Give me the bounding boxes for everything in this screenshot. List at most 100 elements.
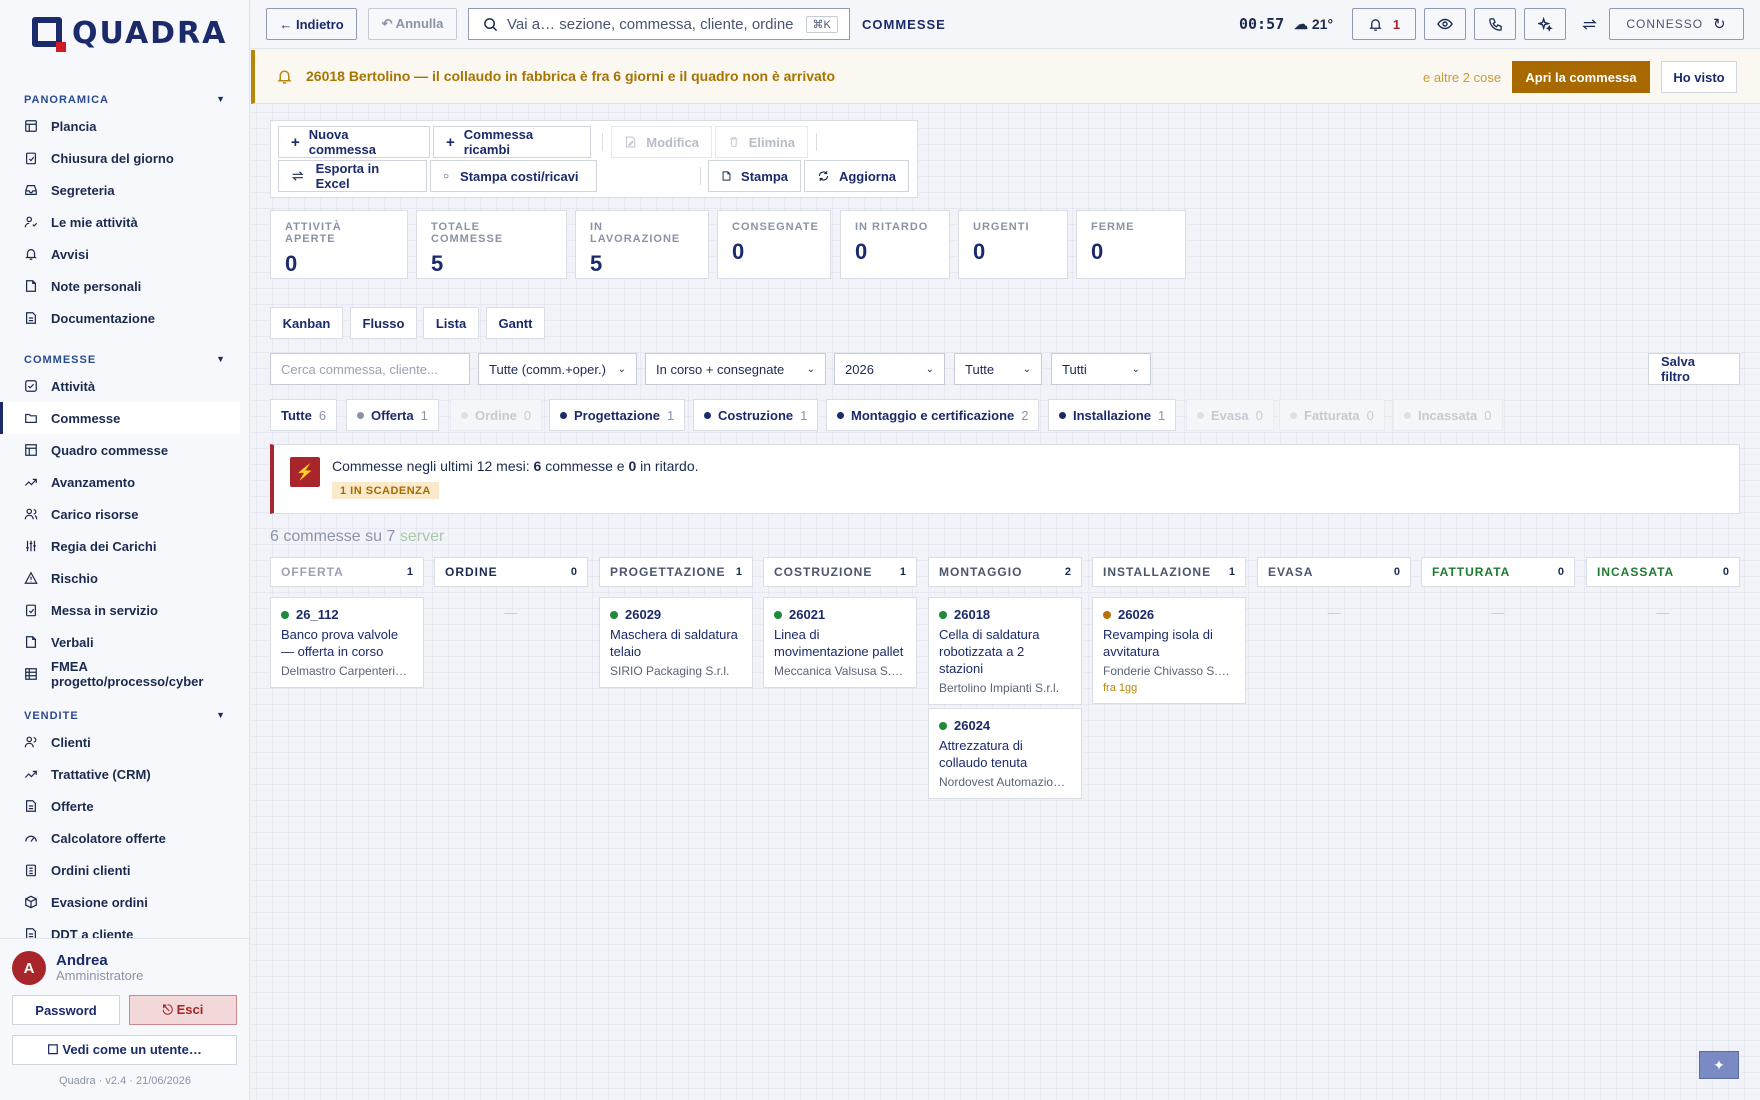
- deadline-badge[interactable]: 1 IN SCADENZA: [332, 482, 439, 499]
- tab-lista[interactable]: Lista: [423, 307, 479, 339]
- nav-section-panoramica[interactable]: PANORAMICA ▼: [0, 84, 250, 110]
- sidebar-item-rischio[interactable]: Rischio: [0, 562, 240, 594]
- sidebar-item-verbali[interactable]: Verbali: [0, 626, 240, 658]
- column-offerta: OFFERTA 1: [270, 557, 424, 587]
- sidebar-item-carico-risorse[interactable]: Carico risorse: [0, 498, 240, 530]
- card-client: Meccanica Valsusa S.p.A.: [774, 664, 906, 678]
- sidebar-item-avvisi[interactable]: Avvisi: [0, 238, 240, 270]
- logo[interactable]: QUADRA: [30, 12, 227, 56]
- sidebar-item-note[interactable]: Note personali: [0, 270, 240, 302]
- plus-icon: +: [446, 133, 455, 151]
- impersonate-button[interactable]: ☐ Vedi come un utente…: [12, 1035, 237, 1065]
- chip-evasa[interactable]: Evasa 0: [1186, 399, 1274, 431]
- new-spare-commessa-button[interactable]: + Commessa ricambi: [433, 126, 591, 158]
- tab-flusso[interactable]: Flusso: [350, 307, 417, 339]
- phone-button[interactable]: [1474, 8, 1516, 40]
- save-filter-button[interactable]: Salva filtro: [1648, 353, 1740, 385]
- collapse-caret-icon[interactable]: ▼: [216, 354, 226, 370]
- chip-incassata[interactable]: Incassata 0: [1393, 399, 1503, 431]
- export-excel-button[interactable]: Esporta in Excel: [278, 160, 427, 192]
- password-button[interactable]: Password: [12, 995, 120, 1025]
- chip-progettazione[interactable]: Progettazione 1: [549, 399, 686, 431]
- type-filter-select[interactable]: Tutte (comm.+oper.) ⌄: [478, 353, 637, 385]
- year-filter-select[interactable]: 2026 ⌄: [834, 353, 945, 385]
- collapse-caret-icon[interactable]: ▼: [216, 94, 226, 110]
- sidebar-item-plancia[interactable]: Plancia: [0, 110, 240, 142]
- chip-offerta[interactable]: Offerta 1: [346, 399, 439, 431]
- notifications-button[interactable]: 1: [1352, 8, 1416, 40]
- sidebar-item-calcolatore[interactable]: Calcolatore offerte: [0, 822, 240, 854]
- chip-montaggio[interactable]: Montaggio e certificazione 2: [826, 399, 1040, 431]
- sidebar-item-evasione[interactable]: Evasione ordini: [0, 886, 240, 918]
- assistant-fab-button[interactable]: ✦: [1699, 1051, 1739, 1079]
- commessa-search-input[interactable]: Cerca commessa, cliente...: [270, 353, 470, 385]
- commessa-card[interactable]: 26029 Maschera di saldatura telaio SIRIO…: [599, 597, 753, 688]
- stat-in-progress[interactable]: IN LAVORAZIONE 5: [575, 210, 709, 279]
- chip-ordine[interactable]: Ordine 0: [450, 399, 543, 431]
- state-filter-select[interactable]: In corso + consegnate ⌄: [645, 353, 826, 385]
- assistant-button[interactable]: [1524, 8, 1566, 40]
- print-button[interactable]: Stampa: [708, 160, 801, 192]
- sidebar-item-regia-carichi[interactable]: Regia dei Carichi: [0, 530, 240, 562]
- sidebar-item-label: Carico risorse: [51, 506, 139, 522]
- stat-delivered[interactable]: CONSEGNATE 0: [717, 210, 831, 279]
- banner-more-link[interactable]: e altre 2 cose: [1423, 70, 1501, 85]
- refresh-button[interactable]: Aggiorna: [804, 160, 909, 192]
- tab-gantt[interactable]: Gantt: [486, 307, 545, 339]
- undo-button[interactable]: ↶ Annulla: [368, 8, 457, 40]
- sidebar-item-segreteria[interactable]: Segreteria: [0, 174, 240, 206]
- commessa-card[interactable]: 26021 Linea di movimentazione pallet Mec…: [763, 597, 917, 688]
- sidebar-item-offerte[interactable]: Offerte: [0, 790, 240, 822]
- sidebar-item-clienti[interactable]: Clienti: [0, 726, 240, 758]
- print-costs-button[interactable]: ○ Stampa costi/ricavi: [430, 160, 597, 192]
- commessa-card[interactable]: 26024 Attrezzatura di collaudo tenuta No…: [928, 708, 1082, 799]
- sidebar-item-fmea[interactable]: FMEA progetto/processo/cyber: [0, 658, 240, 690]
- logout-button[interactable]: ⎋ Esci: [129, 995, 237, 1025]
- current-section: COMMESSE: [862, 17, 946, 32]
- stat-total[interactable]: TOTALE COMMESSE 5: [416, 210, 567, 279]
- chip-label: Offerta: [371, 407, 414, 423]
- chip-count: 2: [1021, 407, 1029, 423]
- sidebar-item-documentazione[interactable]: Documentazione: [0, 302, 240, 334]
- sidebar-item-quadro-commesse[interactable]: Quadro commesse: [0, 434, 240, 466]
- chip-tutte[interactable]: Tutte 6: [270, 399, 338, 431]
- chip-installazione[interactable]: Installazione 1: [1048, 399, 1177, 431]
- back-button[interactable]: ← Indietro: [266, 8, 357, 40]
- edit-button[interactable]: Modifica: [611, 126, 712, 158]
- sidebar-item-avanzamento[interactable]: Avanzamento: [0, 466, 240, 498]
- sidebar-item-ordini-clienti[interactable]: Ordini clienti: [0, 854, 240, 886]
- open-commessa-button[interactable]: Apri la commessa: [1512, 61, 1650, 93]
- sidebar-item-mie-attivita[interactable]: Le mie attività: [0, 206, 240, 238]
- stat-open-activities[interactable]: ATTIVITÀ APERTE 0: [270, 210, 408, 279]
- commessa-card[interactable]: 26018 Cella di saldatura robotizzata a 2…: [928, 597, 1082, 705]
- global-search-input[interactable]: Vai a… sezione, commessa, cliente, ordin…: [468, 8, 850, 40]
- preview-button[interactable]: [1424, 8, 1466, 40]
- filter-5-select[interactable]: Tutti ⌄: [1051, 353, 1151, 385]
- connection-status[interactable]: CONNESSO ↻: [1609, 8, 1744, 40]
- switch-button[interactable]: [1574, 8, 1604, 40]
- stat-stopped[interactable]: FERME 0: [1076, 210, 1186, 279]
- select-value: 2026: [845, 361, 874, 377]
- avatar[interactable]: A: [12, 951, 46, 985]
- commessa-card[interactable]: 26026 Revamping isola di avvitatura Fond…: [1092, 597, 1246, 704]
- chip-costruzione[interactable]: Costruzione 1: [693, 399, 819, 431]
- sidebar-item-trattative[interactable]: Trattative (CRM): [0, 758, 240, 790]
- nav-section-vendite[interactable]: VENDITE ▼: [0, 700, 250, 726]
- tab-kanban[interactable]: Kanban: [270, 307, 343, 339]
- sidebar-item-ddt[interactable]: DDT a cliente: [0, 918, 240, 938]
- sidebar-item-attivita[interactable]: Attività: [0, 370, 240, 402]
- collapse-caret-icon[interactable]: ▼: [216, 710, 226, 726]
- dismiss-button[interactable]: Ho visto: [1661, 61, 1737, 93]
- commessa-card[interactable]: 26_112 Banco prova valvole — offerta in …: [270, 597, 424, 688]
- sidebar-item-messa-servizio[interactable]: Messa in servizio: [0, 594, 240, 626]
- nav-section-commesse[interactable]: COMMESSE ▼: [0, 344, 250, 370]
- sidebar-item-commesse[interactable]: Commesse: [0, 402, 240, 434]
- stat-late[interactable]: IN RITARDO 0: [840, 210, 950, 279]
- sidebar-item-chiusura[interactable]: Chiusura del giorno: [0, 142, 240, 174]
- chip-fatturata[interactable]: Fatturata 0: [1279, 399, 1385, 431]
- new-commessa-button[interactable]: + Nuova commessa: [278, 126, 430, 158]
- filter-4-select[interactable]: Tutte ⌄: [954, 353, 1042, 385]
- stat-urgent[interactable]: URGENTI 0: [958, 210, 1068, 279]
- delete-button[interactable]: Elimina: [715, 126, 808, 158]
- chevron-down-icon: ⌄: [925, 363, 934, 375]
